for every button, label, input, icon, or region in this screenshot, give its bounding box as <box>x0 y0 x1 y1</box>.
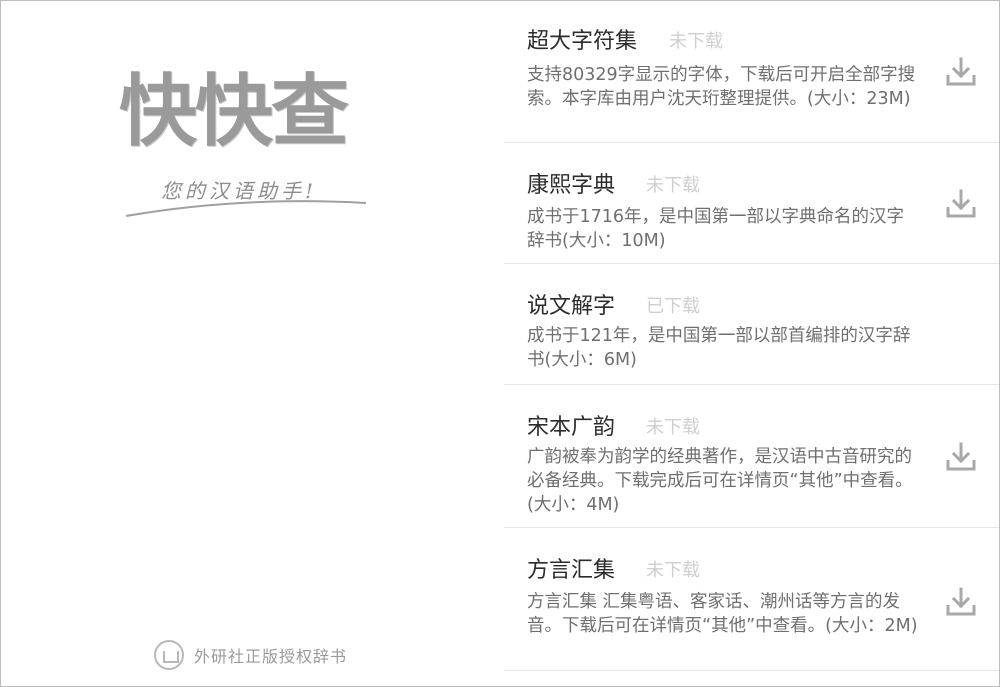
publisher-badge: 外研社正版授权辞书 <box>154 638 347 672</box>
logo-swoosh-icon <box>125 200 367 217</box>
dictionary-name: 说文解字 <box>527 294 616 319</box>
publisher-seal-icon <box>154 640 184 670</box>
download-status: 未下载 <box>646 417 700 438</box>
dictionary-name: 宋本广韵 <box>527 415 616 440</box>
download-status: 已下载 <box>646 296 700 317</box>
dictionary-description: 成书于121年，是中国第一部以部首编排的汉字辞书(大小：6M) <box>527 326 911 370</box>
app-window: 快快查 您的汉语助手! 外研社正版授权辞书 超大字符集 未下载 支持80329字… <box>0 0 1000 687</box>
dictionary-description: 广韵被奉为韵学的经典著作，是汉语中古音研究的必备经典。下载完成后可在详情页“其他… <box>527 447 913 515</box>
download-icon[interactable] <box>944 55 978 89</box>
app-logo-title: 快快查 <box>119 66 349 157</box>
download-status: 未下载 <box>669 31 723 52</box>
list-item[interactable]: 超大字符集 未下载 支持80329字显示的字体，下载后可开启全部字搜索。本字库由… <box>504 1 999 143</box>
list-item[interactable]: 方言汇集 未下载 方言汇集 汇集粤语、客家话、潮州话等方言的发音。下载后可在详情… <box>504 528 999 671</box>
dictionary-name: 康熙字典 <box>527 173 616 198</box>
splash-panel: 快快查 您的汉语助手! 外研社正版授权辞书 <box>1 1 501 686</box>
download-icon[interactable] <box>944 187 978 221</box>
dictionary-description: 成书于1716年，是中国第一部以字典命名的汉字辞书(大小：10M) <box>527 207 905 251</box>
dictionary-list: 超大字符集 未下载 支持80329字显示的字体，下载后可开启全部字搜索。本字库由… <box>504 1 999 686</box>
dictionary-description: 支持80329字显示的字体，下载后可开启全部字搜索。本字库由用户沈天珩整理提供。… <box>527 65 916 109</box>
download-icon[interactable] <box>944 585 978 619</box>
list-item[interactable]: 康熙字典 未下载 成书于1716年，是中国第一部以字典命名的汉字辞书(大小：10… <box>504 143 999 264</box>
download-status: 未下载 <box>646 560 700 581</box>
download-status: 未下载 <box>646 175 700 196</box>
dictionary-description: 方言汇集 汇集粤语、客家话、潮州话等方言的发音。下载后可在详情页“其他”中查看。… <box>527 592 918 636</box>
publisher-text: 外研社正版授权辞书 <box>194 647 348 666</box>
download-icon[interactable] <box>944 440 978 474</box>
list-item[interactable]: 说文解字 已下载 成书于121年，是中国第一部以部首编排的汉字辞书(大小：6M) <box>504 264 999 385</box>
list-item[interactable]: 宋本广韵 未下载 广韵被奉为韵学的经典著作，是汉语中古音研究的必备经典。下载完成… <box>504 385 999 528</box>
dictionary-name: 超大字符集 <box>527 29 638 54</box>
dictionary-name: 方言汇集 <box>527 558 616 583</box>
